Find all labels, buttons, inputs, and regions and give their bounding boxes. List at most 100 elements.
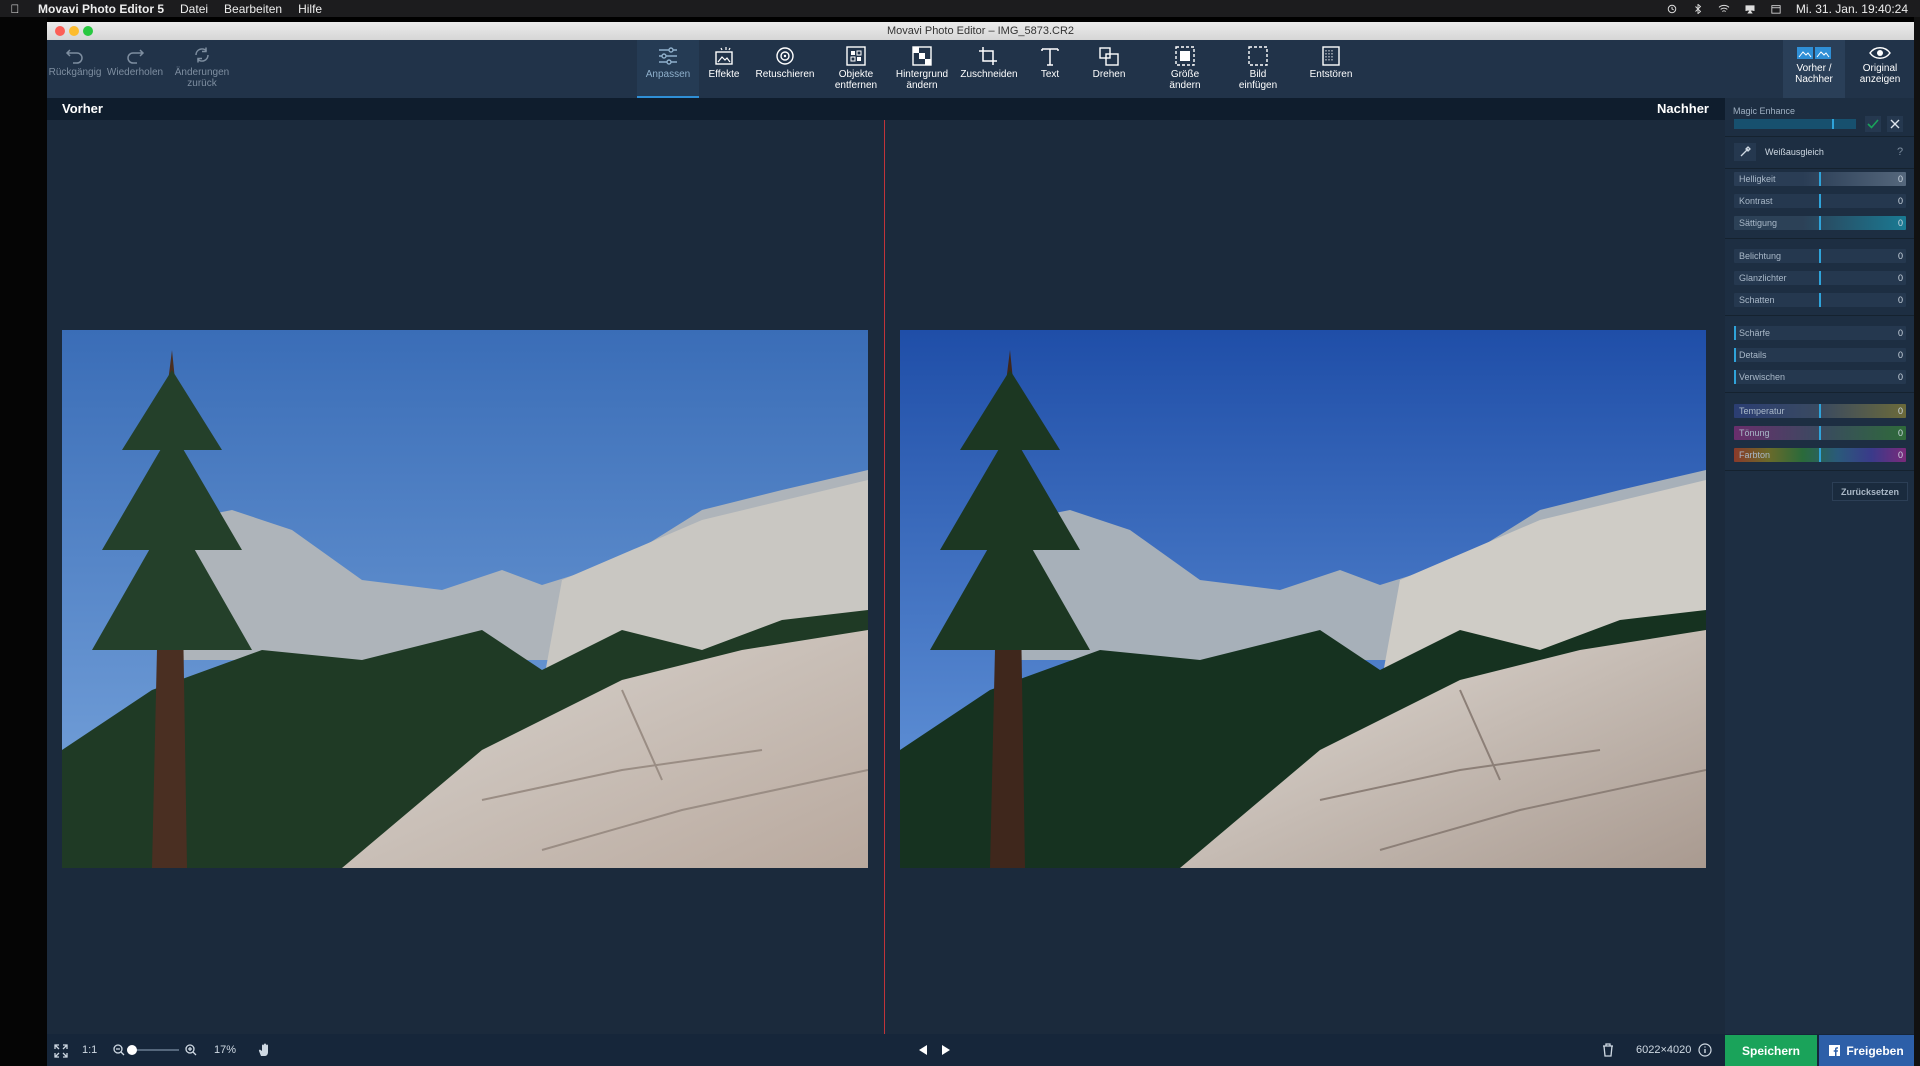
undo-label: Rückgängig <box>48 67 102 78</box>
wifi-icon[interactable] <box>1718 4 1730 14</box>
redo-button[interactable]: Wiederholen <box>103 40 167 98</box>
slider-helligkeit[interactable]: Helligkeit 0 <box>1734 172 1906 186</box>
change-background-icon <box>912 46 932 66</box>
tool-label-line1: Bild <box>1249 69 1267 80</box>
slider-handle[interactable] <box>1819 448 1821 462</box>
slider-schatten[interactable]: Schatten 0 <box>1734 293 1906 307</box>
zoom-slider[interactable] <box>127 1045 179 1055</box>
slider-handle[interactable] <box>1819 172 1821 186</box>
crop-icon <box>979 47 997 65</box>
tool-entstoeren[interactable]: Entstören <box>1305 40 1357 98</box>
compare-divider-line[interactable] <box>884 120 885 1034</box>
redo-label: Wiederholen <box>106 67 164 78</box>
reset-button[interactable]: Zurücksetzen <box>1832 482 1908 501</box>
slider-handle[interactable] <box>1819 271 1821 285</box>
revert-changes-button[interactable]: Änderungen zurück <box>171 40 233 98</box>
white-balance-picker-button[interactable] <box>1734 143 1756 161</box>
slider-value: 0 <box>1897 251 1903 261</box>
save-button[interactable]: Speichern <box>1725 1035 1817 1066</box>
slider-belichtung[interactable]: Belichtung 0 <box>1734 249 1906 263</box>
zoom-in-icon[interactable] <box>185 1044 197 1056</box>
undo-button[interactable]: Rückgängig <box>49 40 101 98</box>
minimize-window-button[interactable] <box>69 26 79 36</box>
before-after-toggle[interactable]: Vorher / Nachher <box>1783 40 1845 98</box>
effects-icon <box>715 47 733 65</box>
slider-value: 0 <box>1897 428 1903 438</box>
slider-glanzlichter[interactable]: Glanzlichter 0 <box>1734 271 1906 285</box>
before-photo <box>62 330 868 868</box>
tool-retuschieren[interactable]: Retuschieren <box>749 40 821 98</box>
status-bar: 1:1 17% 6022×4020 <box>47 1034 1914 1066</box>
slider-saettigung[interactable]: Sättigung 0 <box>1734 216 1906 230</box>
actual-size-button[interactable]: 1:1 <box>82 1044 97 1056</box>
magic-enhance-cancel-button[interactable] <box>1887 116 1903 132</box>
tool-zuschneiden[interactable]: Zuschneiden <box>957 40 1021 98</box>
compare-label-bar: Vorher Nachher <box>47 98 1725 120</box>
airplay-icon[interactable] <box>1744 4 1756 14</box>
tool-drehen[interactable]: Drehen <box>1079 40 1139 98</box>
fit-screen-icon[interactable] <box>54 1044 68 1058</box>
slider-temperatur[interactable]: Temperatur 0 <box>1734 404 1906 418</box>
tool-label: Zuschneiden <box>960 69 1018 80</box>
slider-handle[interactable] <box>1819 404 1821 418</box>
share-button[interactable]: Freigeben <box>1819 1035 1914 1066</box>
close-window-button[interactable] <box>55 26 65 36</box>
show-original-button[interactable]: Original anzeigen <box>1849 40 1911 98</box>
slider-handle[interactable] <box>1819 194 1821 208</box>
menu-datei[interactable]: Datei <box>172 2 216 16</box>
magic-enhance-slider[interactable] <box>1734 119 1856 129</box>
tool-objekte-entfernen[interactable]: Objekte entfernen <box>825 40 887 98</box>
tool-text[interactable]: Text <box>1027 40 1073 98</box>
panel-separator <box>1725 470 1914 471</box>
slider-handle[interactable] <box>1819 249 1821 263</box>
tool-anpassen[interactable]: Anpassen <box>637 40 699 98</box>
slider-value: 0 <box>1897 295 1903 305</box>
help-icon[interactable]: ? <box>1897 146 1903 158</box>
trash-icon[interactable] <box>1602 1043 1614 1057</box>
slider-handle[interactable] <box>1734 348 1736 362</box>
previous-image-icon[interactable] <box>918 1044 928 1056</box>
tool-label-line2: ändern <box>1169 80 1201 91</box>
magic-enhance-apply-button[interactable] <box>1865 116 1881 132</box>
slider-handle[interactable] <box>1819 426 1821 440</box>
hand-tool-icon[interactable] <box>257 1043 271 1057</box>
retouch-icon <box>776 47 794 65</box>
zoom-window-button[interactable] <box>83 26 93 36</box>
zoom-slider-handle[interactable] <box>127 1045 137 1055</box>
rotate-icon <box>1099 47 1119 66</box>
slider-toenung[interactable]: Tönung 0 <box>1734 426 1906 440</box>
slider-handle[interactable] <box>1819 216 1821 230</box>
slider-kontrast[interactable]: Kontrast 0 <box>1734 194 1906 208</box>
tool-bild-einfuegen[interactable]: Bild einfügen <box>1231 40 1285 98</box>
adjustment-panel: Magic Enhance Weißausgleich ? Helligkeit… <box>1725 98 1914 1034</box>
apple-icon[interactable]:  <box>0 2 30 16</box>
slider-handle[interactable] <box>1734 370 1736 384</box>
time-machine-icon[interactable] <box>1666 4 1678 14</box>
slider-farbton[interactable]: Farbton 0 <box>1734 448 1906 462</box>
tool-effekte[interactable]: Effekte <box>699 40 749 98</box>
tool-label: Drehen <box>1092 69 1126 80</box>
info-icon[interactable] <box>1698 1043 1712 1057</box>
slider-details[interactable]: Details 0 <box>1734 348 1906 362</box>
window-titlebar: Movavi Photo Editor – IMG_5873.CR2 <box>47 22 1914 40</box>
tool-groesse-aendern[interactable]: Größe ändern <box>1157 40 1213 98</box>
slider-value: 0 <box>1897 372 1903 382</box>
menu-hilfe[interactable]: Hilfe <box>290 2 330 16</box>
magic-enhance-handle[interactable] <box>1832 119 1834 129</box>
slider-handle[interactable] <box>1734 326 1736 340</box>
slider-verwischen[interactable]: Verwischen 0 <box>1734 370 1906 384</box>
calendar-icon[interactable] <box>1770 4 1782 14</box>
slider-label: Tönung <box>1739 428 1770 438</box>
tool-hintergrund-aendern[interactable]: Hintergrund ändern <box>889 40 955 98</box>
menubar-clock[interactable]: Mi. 31. Jan. 19:40:24 <box>1796 2 1908 16</box>
insert-image-icon <box>1248 46 1268 66</box>
slider-schaerfe[interactable]: Schärfe 0 <box>1734 326 1906 340</box>
slider-handle[interactable] <box>1819 293 1821 307</box>
bluetooth-icon[interactable] <box>1692 3 1704 14</box>
menu-app-name[interactable]: Movavi Photo Editor 5 <box>30 2 172 16</box>
slider-value: 0 <box>1897 406 1903 416</box>
menu-bearbeiten[interactable]: Bearbeiten <box>216 2 290 16</box>
zoom-out-icon[interactable] <box>113 1044 125 1056</box>
image-canvas[interactable] <box>47 120 1725 1034</box>
next-image-icon[interactable] <box>941 1044 951 1056</box>
